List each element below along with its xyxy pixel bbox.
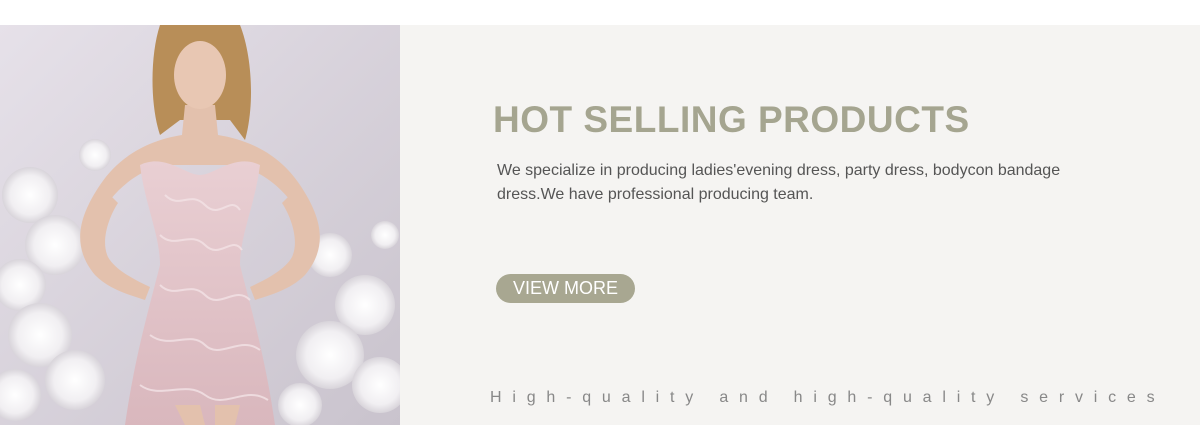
banner-tagline: High-quality and high-quality services (490, 389, 1166, 406)
banner-description: We specialize in producing ladies'evenin… (497, 162, 1061, 203)
banner-headline: HOT SELLING PRODUCTS (493, 99, 970, 140)
hot-selling-banner: HOT SELLING PRODUCTS We specialize in pr… (0, 25, 1200, 425)
view-more-button[interactable]: VIEW MORE (496, 274, 635, 303)
banner-content: HOT SELLING PRODUCTS We specialize in pr… (490, 25, 1155, 425)
hero-image (0, 25, 400, 425)
